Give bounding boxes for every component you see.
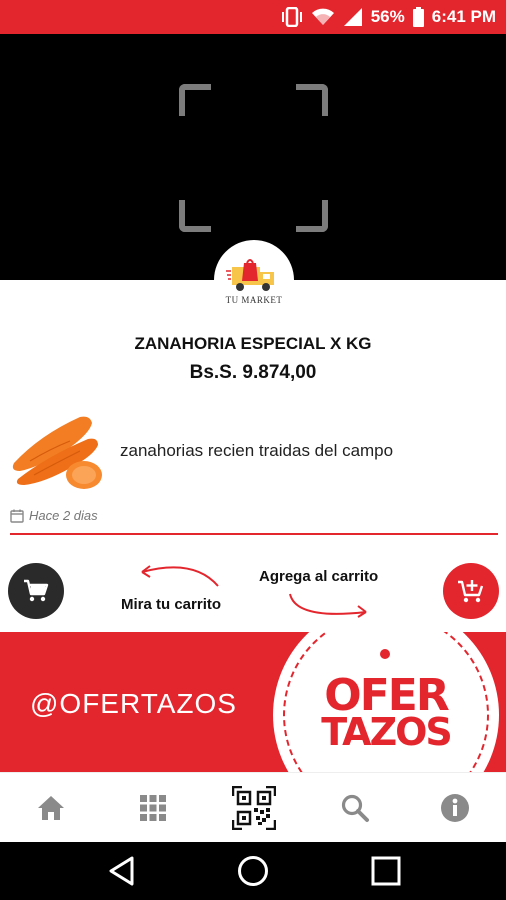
posted-date: Hace 2 dias [10,508,98,523]
system-home-button[interactable] [223,842,283,900]
store-logo: TU MARKET [214,240,294,320]
delivery-truck-icon [226,259,274,291]
info-icon [441,794,469,822]
home-circle-icon [238,856,268,886]
bottom-nav [0,772,506,842]
nav-home[interactable] [12,773,90,843]
promo-banner[interactable]: @OFERTAZOS OFER TAZOS [0,632,506,772]
home-icon [38,796,64,820]
product-description: zanahorias recien traidas del campo [120,441,394,460]
banner-handle: @OFERTAZOS [30,688,237,719]
nav-info[interactable] [416,773,494,843]
search-icon [341,794,369,822]
add-to-cart-button[interactable] [443,563,499,619]
add-cart-icon [458,580,484,603]
shopping-cart-icon [24,579,49,602]
promo-badge: OFER TAZOS [273,632,499,772]
battery-icon [412,7,424,27]
product-name: ZANAHORIA ESPECIAL X KG [134,334,372,353]
vibrate-icon [281,7,303,27]
divider [10,533,498,535]
curved-arrow-left-icon [141,565,219,587]
nav-search[interactable] [316,773,394,843]
battery-level: 56% [370,7,405,26]
nav-categories[interactable] [114,773,192,843]
view-cart-button[interactable] [8,563,64,619]
curved-arrow-right-icon [289,593,367,618]
signal-icon [343,7,363,27]
screen: 56% 6:41 PM TU MARKET ZANAHORIA ESPECIAL… [0,0,506,900]
add-cart-hint: Agrega al carrito [259,568,379,585]
recents-icon [371,856,401,886]
posted-date-text: Hace 2 dias [29,508,98,523]
carrot-image [10,405,106,495]
system-recents-button[interactable] [356,842,416,900]
product-price: Bs.S. 9.874,00 [189,362,317,383]
logo-text: TU MARKET [225,295,283,305]
wifi-icon [311,7,335,27]
view-cart-hint: Mira tu carrito [121,596,222,613]
status-bar: 56% 6:41 PM [0,0,506,34]
clock: 6:41 PM [431,7,496,26]
promo-line-2: TAZOS [321,710,453,754]
scanner-corner-bottom-right [296,200,328,232]
system-back-button[interactable] [92,842,152,900]
qr-code-icon [232,786,276,830]
scanner-corner-top-right [296,84,328,116]
scanner-corner-top-left [179,84,211,116]
system-nav-bar [0,842,506,900]
back-icon [109,856,134,886]
scanner-corner-bottom-left [179,200,211,232]
calendar-icon [10,509,24,523]
grid-icon [140,795,166,821]
promo-dot [380,649,390,659]
nav-scan[interactable] [214,773,294,843]
